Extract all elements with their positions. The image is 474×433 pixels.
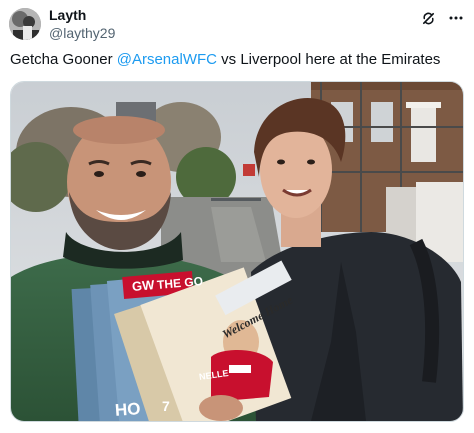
avatar-image [9,8,41,40]
more-horizontal-icon[interactable] [448,10,464,26]
display-name[interactable]: Layth [49,7,115,24]
avatar[interactable] [9,8,41,40]
top-actions [420,10,464,26]
photo-scene [11,82,463,421]
tweet-text: Getcha Gooner @ArsenalWFC vs Liverpool h… [10,50,440,70]
tweet-card: Layth @laythy29 Getcha Gooner @ArsenalWF… [0,0,474,433]
user-handle[interactable]: @laythy29 [49,25,115,42]
mention-link[interactable]: @ArsenalWFC [117,51,217,68]
author-block: Layth @laythy29 [49,7,115,42]
grok-icon[interactable] [420,10,436,26]
tweet-photo[interactable]: GW THE GO Welcome Home NELLE 7 HO [10,81,464,422]
tweet-text-start: Getcha Gooner [10,51,117,68]
programme-bottom-text: HO [114,399,142,420]
programme-brand: GW [131,277,156,294]
programme-shirt-number: 7 [162,398,170,414]
tweet-text-end: vs Liverpool here at the Emirates [216,51,441,68]
